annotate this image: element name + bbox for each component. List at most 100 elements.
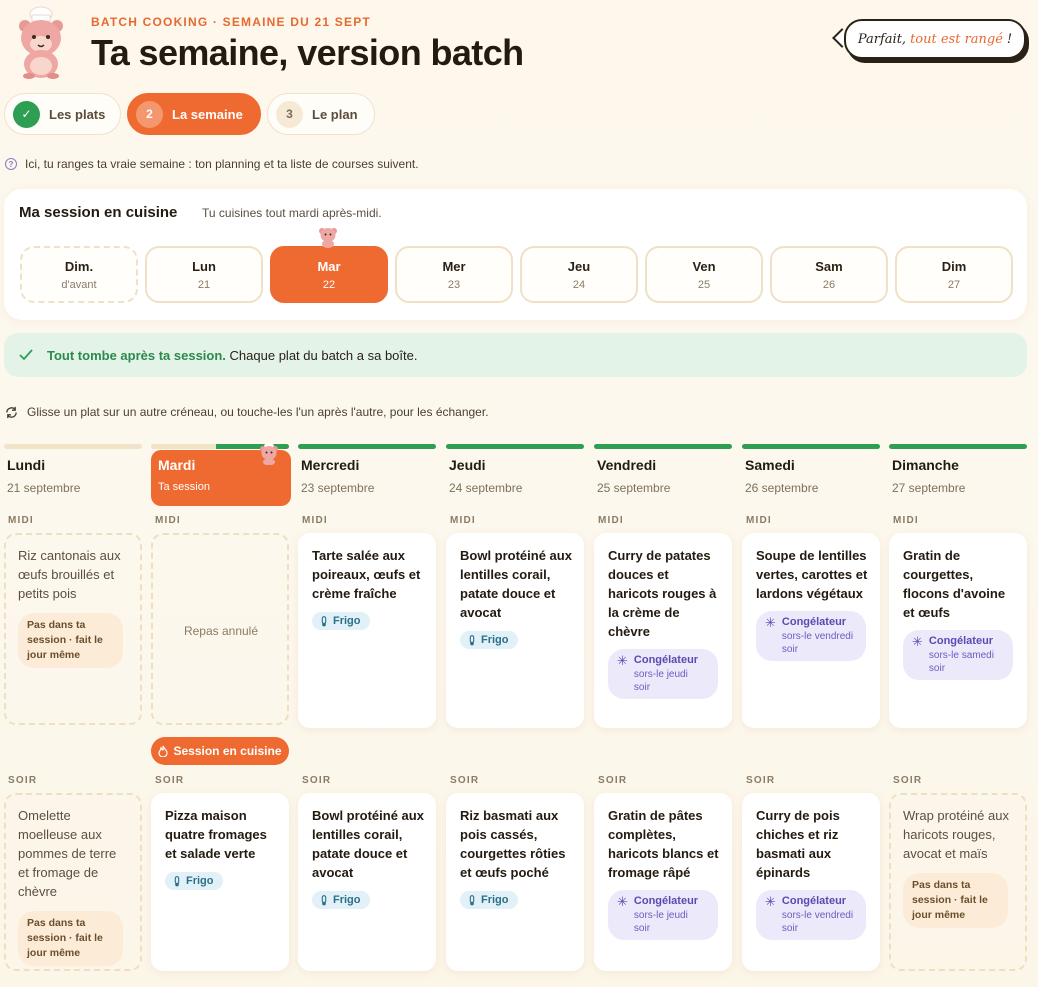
day-date: 23 septembre (301, 481, 375, 495)
question-icon: ? (5, 158, 17, 170)
snowflake-icon: ✳ (617, 653, 628, 668)
day-column-lundi: Lundi 21 septembre (4, 444, 142, 495)
meal-name: Riz basmati aux pois cassés, courgettes … (460, 808, 566, 880)
day-name: Dim. (64, 258, 94, 274)
frigo-badge: Frigo (312, 891, 370, 909)
week-eyebrow: BATCH COOKING · SEMAINE DU 21 SEPT (91, 15, 371, 29)
frigo-badge: Frigo (165, 872, 223, 890)
session-title: Ma session en cuisine (19, 204, 178, 221)
meal-name: Soupe de lentilles vertes, carottes et l… (756, 548, 868, 601)
slot-label-midi: MIDI (155, 515, 181, 526)
day-name: Lun (192, 258, 216, 274)
slot-label-soir: SOIR (155, 775, 185, 786)
meal-name: Bowl protéiné aux lentilles corail, pata… (460, 548, 572, 620)
page-title: Ta semaine, version batch (91, 32, 524, 73)
congelateur-badge: ✳ Congélateur sors-le jeudi soir (608, 649, 718, 699)
day-column-vendredi: Vendredi 25 septembre (594, 444, 732, 495)
snowflake-icon: ✳ (765, 615, 776, 630)
thermometer-icon (174, 875, 180, 886)
day-column-dimanche: Dimanche 27 septembre (889, 444, 1027, 495)
meal-card-mercredi-soir[interactable]: Bowl protéiné aux lentilles corail, pata… (298, 793, 436, 971)
session-day-jeu[interactable]: Jeu 24 (520, 246, 638, 303)
day-status-bar (889, 444, 1027, 449)
day-date: 27 septembre (892, 481, 966, 495)
meal-name: Curry de pois chiches et riz basmati aux… (756, 808, 840, 880)
session-day-ven[interactable]: Ven 25 (645, 246, 763, 303)
slot-label-soir: SOIR (893, 775, 923, 786)
day-date: 25 septembre (597, 481, 671, 495)
day-name: Vendredi (597, 457, 657, 473)
meal-card-jeudi-soir[interactable]: Riz basmati aux pois cassés, courgettes … (446, 793, 584, 971)
meal-card-jeudi-midi[interactable]: Bowl protéiné aux lentilles corail, pata… (446, 533, 584, 728)
day-status-bar (4, 444, 142, 449)
meal-card-samedi-midi[interactable]: Soupe de lentilles vertes, carottes et l… (742, 533, 880, 728)
slot-label-soir: SOIR (450, 775, 480, 786)
slot-label-soir: SOIR (302, 775, 332, 786)
congel-sub: sors-le vendredi soir (781, 910, 854, 934)
session-day-picker: Dim. d'avant Lun 21 Mar 22 Mer 23 Jeu 24… (20, 246, 1013, 303)
thermometer-icon (469, 894, 475, 905)
congelateur-badge: ✳ Congélateur sors-le vendredi soir (756, 890, 866, 940)
day-date: 27 (947, 278, 961, 291)
session-day-dim[interactable]: Dim 27 (895, 246, 1013, 303)
session-day-lun[interactable]: Lun 21 (145, 246, 263, 303)
day-name: Lundi (7, 457, 46, 473)
bubble-text: Parfait, (857, 31, 907, 47)
day-name: Mer (442, 258, 466, 274)
meal-card-dimanche-soir[interactable]: Wrap protéiné aux haricots rouges, avoca… (889, 793, 1027, 971)
day-status-bar (446, 444, 584, 449)
day-date: 24 septembre (449, 481, 523, 495)
day-name: Jeu (567, 258, 591, 274)
flame-icon (158, 745, 169, 757)
meal-name: Omelette moelleuse aux pommes de terre e… (18, 808, 117, 899)
session-cuisine-badge: Session en cuisine (151, 737, 289, 765)
congel-label: Congélateur (633, 895, 699, 907)
day-name: Mardi (158, 457, 196, 473)
day-status-bar (298, 444, 436, 449)
thermometer-icon (321, 894, 327, 905)
refresh-icon (6, 406, 17, 418)
session-day-mar[interactable]: Mar 22 (270, 246, 388, 303)
frigo-label: Frigo (481, 894, 509, 906)
meal-card-vendredi-midi[interactable]: Curry de patates douces et haricots roug… (594, 533, 732, 728)
step-le-plan[interactable]: 3 Le plan (267, 93, 375, 135)
meal-card-mardi-soir[interactable]: Pizza maison quatre fromages et salade v… (151, 793, 289, 971)
congel-sub: sors-le samedi soir (928, 650, 994, 674)
snowflake-icon: ✳ (765, 894, 776, 909)
step-les-plats[interactable]: ✓ Les plats (4, 93, 121, 135)
step-label: Les plats (49, 106, 106, 122)
frigo-label: Frigo (333, 615, 361, 627)
meal-name: Gratin de courgettes, flocons d'avoine e… (903, 548, 1006, 620)
meal-card-samedi-soir[interactable]: Curry de pois chiches et riz basmati aux… (742, 793, 880, 971)
congel-label: Congélateur (781, 895, 847, 907)
step-label: Le plan (312, 106, 358, 122)
day-column-mercredi: Mercredi 23 septembre (298, 444, 436, 495)
day-name: Dimanche (892, 457, 959, 473)
congel-label: Congélateur (633, 654, 699, 666)
congelateur-badge: ✳ Congélateur sors-le samedi soir (903, 630, 1013, 680)
meal-card-lundi-midi[interactable]: Riz cantonais aux œufs brouillés et peti… (4, 533, 142, 725)
check-icon (19, 349, 33, 361)
session-day-dim-avant[interactable]: Dim. d'avant (20, 246, 138, 303)
meal-card-mardi-midi[interactable]: Repas annulé (151, 533, 289, 725)
step-number: 3 (276, 100, 303, 128)
day-date: 23 (447, 278, 461, 291)
success-strong: Tout tombe après ta session. (47, 347, 226, 363)
meal-card-vendredi-soir[interactable]: Gratin de pâtes complètes, haricots blan… (594, 793, 732, 971)
meal-card-lundi-soir[interactable]: Omelette moelleuse aux pommes de terre e… (4, 793, 142, 971)
slot-label-soir: SOIR (746, 775, 776, 786)
day-column-jeudi: Jeudi 24 septembre (446, 444, 584, 495)
success-banner: Tout tombe après ta session. Chaque plat… (4, 333, 1027, 377)
meal-name: Bowl protéiné aux lentilles corail, pata… (312, 808, 424, 880)
day-date: 26 septembre (745, 481, 819, 495)
slot-label-midi: MIDI (746, 515, 772, 526)
step-la-semaine[interactable]: 2 La semaine (127, 93, 261, 135)
day-date: 26 (822, 278, 836, 291)
session-day-sam[interactable]: Sam 26 (770, 246, 888, 303)
chef-mascot-icon (19, 6, 63, 79)
meal-card-mercredi-midi[interactable]: Tarte salée aux poireaux, œufs et crème … (298, 533, 436, 728)
day-name: Jeudi (449, 457, 486, 473)
slot-label-midi: MIDI (8, 515, 34, 526)
session-day-mer[interactable]: Mer 23 (395, 246, 513, 303)
meal-card-dimanche-midi[interactable]: Gratin de courgettes, flocons d'avoine e… (889, 533, 1027, 728)
